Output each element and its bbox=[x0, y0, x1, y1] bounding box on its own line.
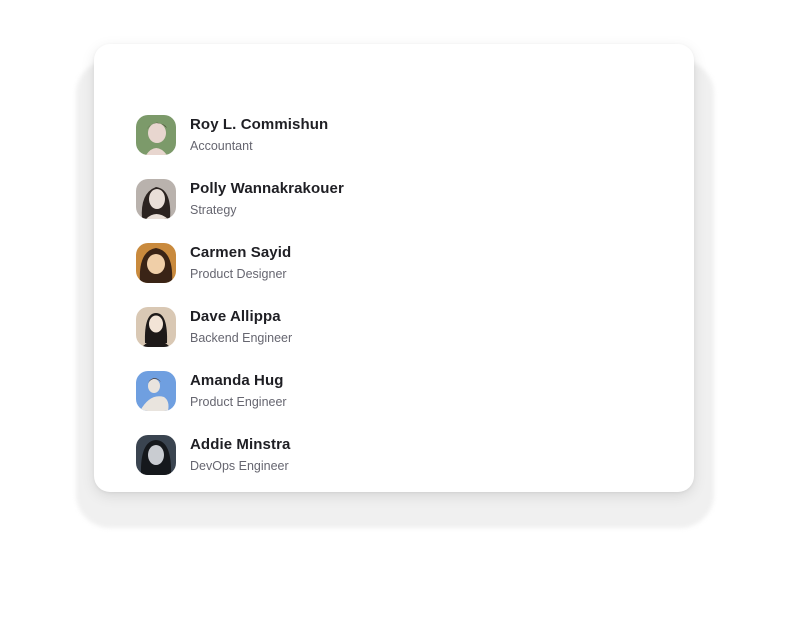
person-name: Polly Wannakrakouer bbox=[190, 180, 344, 197]
list-item[interactable]: Roy L. Commishun Accountant bbox=[136, 103, 344, 167]
person-name: Carmen Sayid bbox=[190, 244, 292, 261]
person-name: Addie Minstra bbox=[190, 436, 291, 453]
list-item[interactable]: Dave Allippa Backend Engineer bbox=[136, 295, 344, 359]
person-name: Dave Allippa bbox=[190, 308, 281, 325]
avatar bbox=[136, 435, 176, 475]
avatar bbox=[136, 371, 176, 411]
person-role: DevOps Engineer bbox=[190, 459, 289, 473]
list-item[interactable]: Carmen Sayid Product Designer bbox=[136, 231, 344, 295]
avatar bbox=[136, 307, 176, 347]
avatar bbox=[136, 243, 176, 283]
person-name: Amanda Hug bbox=[190, 372, 284, 389]
list-item[interactable]: Amanda Hug Product Engineer bbox=[136, 359, 344, 423]
person-role: Product Designer bbox=[190, 267, 287, 281]
person-role: Backend Engineer bbox=[190, 331, 293, 345]
avatar bbox=[136, 115, 176, 155]
person-name: Roy L. Commishun bbox=[190, 116, 329, 133]
person-role: Accountant bbox=[190, 139, 253, 153]
person-role: Strategy bbox=[190, 203, 237, 217]
person-role: Product Engineer bbox=[190, 395, 287, 409]
list-item[interactable]: Addie Minstra DevOps Engineer bbox=[136, 423, 344, 487]
stage: Roy L. Commishun Accountant Polly Wannak… bbox=[0, 0, 794, 624]
avatar bbox=[136, 179, 176, 219]
people-list: Roy L. Commishun Accountant Polly Wannak… bbox=[136, 103, 344, 487]
list-item[interactable]: Polly Wannakrakouer Strategy bbox=[136, 167, 344, 231]
people-card: Roy L. Commishun Accountant Polly Wannak… bbox=[94, 44, 694, 492]
